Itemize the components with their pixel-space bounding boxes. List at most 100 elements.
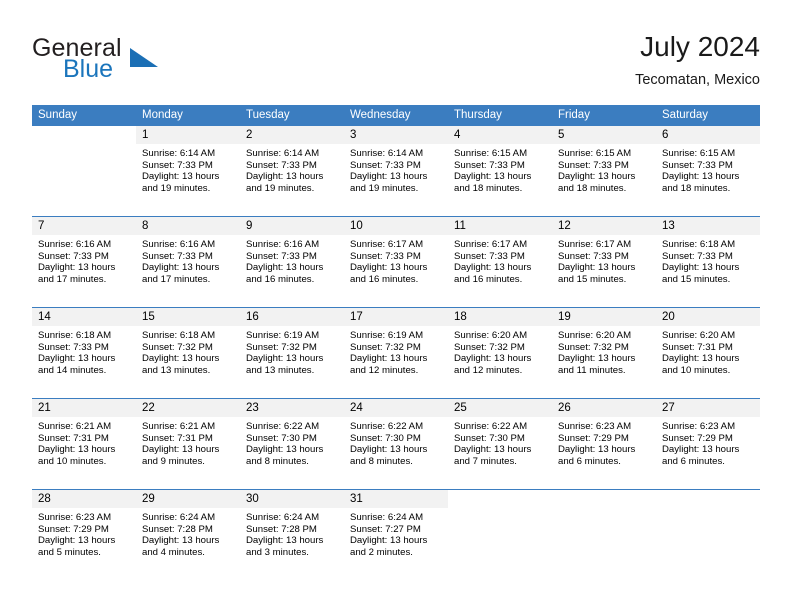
sunset-text: Sunset: 7:33 PM bbox=[558, 159, 629, 171]
calendar-day-cell[interactable]: 22 Sunrise: 6:21 AM Sunset: 7:31 PM Dayligh… bbox=[136, 398, 240, 490]
daylight-text-line1: Daylight: 13 hours bbox=[558, 262, 636, 274]
day-details: Sunrise: 6:22 AM Sunset: 7:30 PM Daylight:… bbox=[240, 417, 344, 489]
calendar-day-cell[interactable]: 21 Sunrise: 6:21 AM Sunset: 7:31 PM Dayligh… bbox=[32, 398, 136, 490]
sunset-text: Sunset: 7:33 PM bbox=[142, 159, 213, 171]
day-details: Sunrise: 6:17 AM Sunset: 7:33 PM Daylight:… bbox=[552, 235, 656, 307]
calendar-week-row: 21 Sunrise: 6:21 AM Sunset: 7:31 PM Dayligh… bbox=[32, 398, 760, 490]
day-details: Sunrise: 6:18 AM Sunset: 7:32 PM Daylight:… bbox=[136, 326, 240, 398]
calendar-day-cell[interactable]: 23 Sunrise: 6:22 AM Sunset: 7:30 PM Dayligh… bbox=[240, 398, 344, 490]
sunrise-text: Sunrise: 6:15 AM bbox=[558, 148, 632, 159]
sunset-text: Sunset: 7:30 PM bbox=[246, 432, 317, 444]
day-details: Sunrise: 6:14 AM Sunset: 7:33 PM Daylight:… bbox=[344, 144, 448, 216]
calendar-day-cell[interactable]: 31 Sunrise: 6:24 AM Sunset: 7:27 PM Dayligh… bbox=[344, 489, 448, 580]
day-number: 27 bbox=[656, 399, 760, 417]
daylight-text-line2: and 14 minutes. bbox=[38, 364, 107, 376]
calendar-day-cell[interactable]: 7 Sunrise: 6:16 AM Sunset: 7:33 PM Daylight… bbox=[32, 216, 136, 308]
daylight-text-line1: Daylight: 13 hours bbox=[142, 535, 220, 547]
daylight-text-line1: Daylight: 13 hours bbox=[246, 171, 324, 183]
day-number: 1 bbox=[136, 126, 240, 144]
sunset-text: Sunset: 7:32 PM bbox=[454, 341, 525, 353]
day-details: Sunrise: 6:14 AM Sunset: 7:33 PM Daylight:… bbox=[240, 144, 344, 216]
calendar-day-cell[interactable]: 27 Sunrise: 6:23 AM Sunset: 7:29 PM Dayligh… bbox=[656, 398, 760, 490]
calendar-day-cell[interactable]: 12 Sunrise: 6:17 AM Sunset: 7:33 PM Dayligh… bbox=[552, 216, 656, 308]
calendar-day-cell[interactable]: 9 Sunrise: 6:16 AM Sunset: 7:33 PM Daylight… bbox=[240, 216, 344, 308]
weekday-header-monday: Monday bbox=[136, 105, 240, 126]
sunrise-text: Sunrise: 6:18 AM bbox=[142, 330, 216, 341]
day-details: Sunrise: 6:17 AM Sunset: 7:33 PM Daylight:… bbox=[344, 235, 448, 307]
daylight-text-line1: Daylight: 13 hours bbox=[662, 444, 740, 456]
day-details: Sunrise: 6:19 AM Sunset: 7:32 PM Daylight:… bbox=[240, 326, 344, 398]
calendar-day-cell[interactable]: 29 Sunrise: 6:24 AM Sunset: 7:28 PM Dayligh… bbox=[136, 489, 240, 580]
page-header: General Blue July 2024 Tecomatan, Mexico bbox=[32, 30, 760, 94]
day-details: Sunrise: 6:18 AM Sunset: 7:33 PM Daylight:… bbox=[32, 326, 136, 398]
daylight-text-line2: and 10 minutes. bbox=[662, 364, 731, 376]
sunrise-text: Sunrise: 6:18 AM bbox=[662, 239, 736, 250]
daylight-text-line2: and 5 minutes. bbox=[38, 546, 101, 558]
calendar-day-cell[interactable]: 18 Sunrise: 6:20 AM Sunset: 7:32 PM Dayligh… bbox=[448, 307, 552, 399]
day-details: Sunrise: 6:20 AM Sunset: 7:32 PM Daylight:… bbox=[448, 326, 552, 398]
day-number: 4 bbox=[448, 126, 552, 144]
sunrise-text: Sunrise: 6:18 AM bbox=[38, 330, 112, 341]
calendar-day-cell-empty bbox=[552, 489, 656, 580]
sunset-text: Sunset: 7:32 PM bbox=[142, 341, 213, 353]
daylight-text-line2: and 7 minutes. bbox=[454, 455, 517, 467]
calendar-day-cell[interactable]: 13 Sunrise: 6:18 AM Sunset: 7:33 PM Dayligh… bbox=[656, 216, 760, 308]
day-details: Sunrise: 6:23 AM Sunset: 7:29 PM Daylight:… bbox=[32, 508, 136, 580]
day-details: Sunrise: 6:21 AM Sunset: 7:31 PM Daylight:… bbox=[136, 417, 240, 489]
calendar-day-cell[interactable]: 3 Sunrise: 6:14 AM Sunset: 7:33 PM Daylight… bbox=[344, 126, 448, 217]
calendar-day-cell[interactable]: 30 Sunrise: 6:24 AM Sunset: 7:28 PM Dayligh… bbox=[240, 489, 344, 580]
calendar-day-cell[interactable]: 20 Sunrise: 6:20 AM Sunset: 7:31 PM Dayligh… bbox=[656, 307, 760, 399]
day-number: 29 bbox=[136, 490, 240, 508]
calendar-day-cell[interactable]: 10 Sunrise: 6:17 AM Sunset: 7:33 PM Dayligh… bbox=[344, 216, 448, 308]
sunset-text: Sunset: 7:32 PM bbox=[558, 341, 629, 353]
sunset-text: Sunset: 7:33 PM bbox=[350, 159, 421, 171]
day-number: 23 bbox=[240, 399, 344, 417]
daylight-text-line1: Daylight: 13 hours bbox=[38, 535, 116, 547]
brand-logo[interactable]: General Blue bbox=[32, 34, 252, 90]
calendar-day-cell[interactable]: 19 Sunrise: 6:20 AM Sunset: 7:32 PM Dayligh… bbox=[552, 307, 656, 399]
day-details: Sunrise: 6:22 AM Sunset: 7:30 PM Daylight:… bbox=[448, 417, 552, 489]
daylight-text-line2: and 19 minutes. bbox=[246, 182, 315, 194]
sunrise-text: Sunrise: 6:23 AM bbox=[558, 421, 632, 432]
daylight-text-line2: and 16 minutes. bbox=[350, 273, 419, 285]
day-number: 10 bbox=[344, 217, 448, 235]
sunset-text: Sunset: 7:32 PM bbox=[350, 341, 421, 353]
daylight-text-line1: Daylight: 13 hours bbox=[246, 444, 324, 456]
calendar-day-cell[interactable]: 8 Sunrise: 6:16 AM Sunset: 7:33 PM Daylight… bbox=[136, 216, 240, 308]
sunrise-text: Sunrise: 6:23 AM bbox=[38, 512, 112, 523]
sunrise-text: Sunrise: 6:17 AM bbox=[454, 239, 528, 250]
day-number: 20 bbox=[656, 308, 760, 326]
day-details: Sunrise: 6:23 AM Sunset: 7:29 PM Daylight:… bbox=[552, 417, 656, 489]
day-number: 30 bbox=[240, 490, 344, 508]
day-details: Sunrise: 6:21 AM Sunset: 7:31 PM Daylight:… bbox=[32, 417, 136, 489]
calendar-day-cell[interactable]: 5 Sunrise: 6:15 AM Sunset: 7:33 PM Daylight… bbox=[552, 126, 656, 217]
calendar-day-cell[interactable]: 16 Sunrise: 6:19 AM Sunset: 7:32 PM Dayligh… bbox=[240, 307, 344, 399]
calendar-day-cell[interactable]: 17 Sunrise: 6:19 AM Sunset: 7:32 PM Dayligh… bbox=[344, 307, 448, 399]
daylight-text-line2: and 18 minutes. bbox=[662, 182, 731, 194]
calendar-day-cell[interactable]: 2 Sunrise: 6:14 AM Sunset: 7:33 PM Daylight… bbox=[240, 126, 344, 217]
calendar-day-cell[interactable]: 28 Sunrise: 6:23 AM Sunset: 7:29 PM Dayligh… bbox=[32, 489, 136, 580]
day-details: Sunrise: 6:23 AM Sunset: 7:29 PM Daylight:… bbox=[656, 417, 760, 489]
calendar-day-cell[interactable]: 24 Sunrise: 6:22 AM Sunset: 7:30 PM Dayligh… bbox=[344, 398, 448, 490]
sunset-text: Sunset: 7:33 PM bbox=[142, 250, 213, 262]
daylight-text-line1: Daylight: 13 hours bbox=[558, 171, 636, 183]
sunset-text: Sunset: 7:33 PM bbox=[454, 159, 525, 171]
calendar-day-cell[interactable]: 26 Sunrise: 6:23 AM Sunset: 7:29 PM Dayligh… bbox=[552, 398, 656, 490]
calendar-day-cell[interactable]: 25 Sunrise: 6:22 AM Sunset: 7:30 PM Dayligh… bbox=[448, 398, 552, 490]
calendar-day-cell[interactable]: 6 Sunrise: 6:15 AM Sunset: 7:33 PM Daylight… bbox=[656, 126, 760, 217]
calendar-day-cell[interactable]: 1 Sunrise: 6:14 AM Sunset: 7:33 PM Daylight… bbox=[136, 126, 240, 217]
daylight-text-line2: and 17 minutes. bbox=[142, 273, 211, 285]
day-number: 11 bbox=[448, 217, 552, 235]
calendar-day-cell[interactable]: 15 Sunrise: 6:18 AM Sunset: 7:32 PM Dayligh… bbox=[136, 307, 240, 399]
daylight-text-line1: Daylight: 13 hours bbox=[454, 444, 532, 456]
daylight-text-line2: and 16 minutes. bbox=[246, 273, 315, 285]
calendar-day-cell[interactable]: 4 Sunrise: 6:15 AM Sunset: 7:33 PM Daylight… bbox=[448, 126, 552, 217]
daylight-text-line2: and 18 minutes. bbox=[454, 182, 523, 194]
sunrise-text: Sunrise: 6:16 AM bbox=[246, 239, 320, 250]
daylight-text-line2: and 8 minutes. bbox=[246, 455, 309, 467]
sunrise-text: Sunrise: 6:14 AM bbox=[142, 148, 216, 159]
calendar-day-cell[interactable]: 11 Sunrise: 6:17 AM Sunset: 7:33 PM Dayligh… bbox=[448, 216, 552, 308]
calendar-day-cell[interactable]: 14 Sunrise: 6:18 AM Sunset: 7:33 PM Dayligh… bbox=[32, 307, 136, 399]
daylight-text-line2: and 13 minutes. bbox=[142, 364, 211, 376]
daylight-text-line1: Daylight: 13 hours bbox=[350, 171, 428, 183]
